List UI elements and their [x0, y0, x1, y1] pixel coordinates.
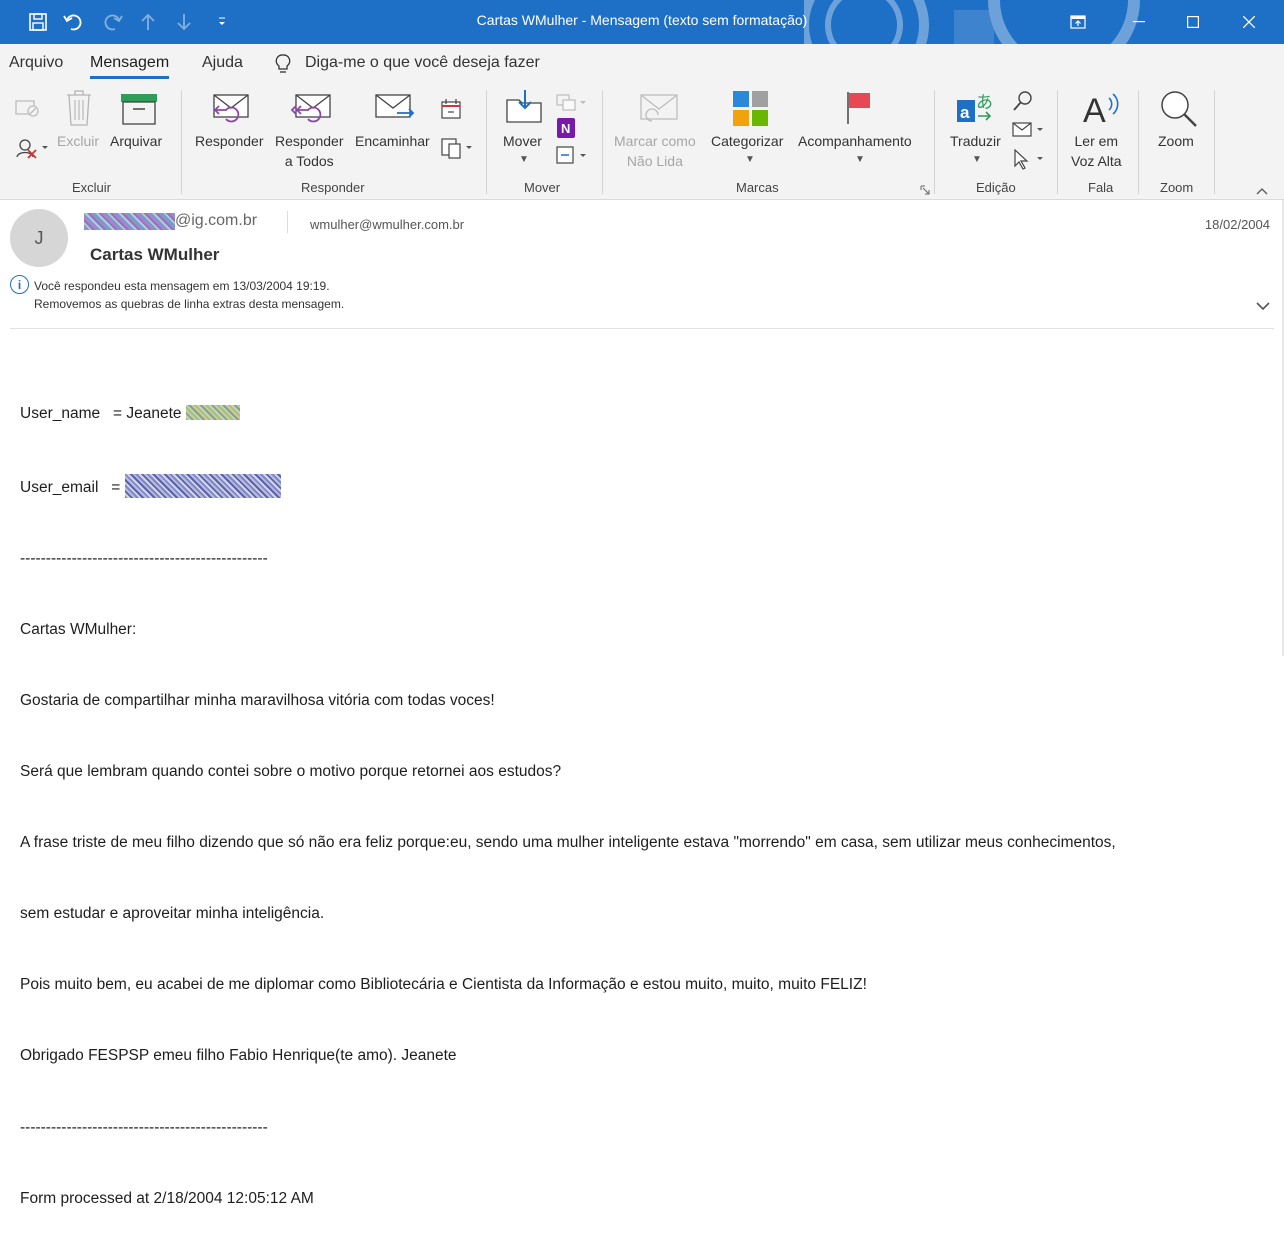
find-icon[interactable] — [1012, 90, 1034, 117]
tab-mensagem[interactable]: Mensagem — [90, 54, 170, 79]
actions-icon[interactable] — [555, 144, 589, 171]
header-divider — [10, 328, 1274, 329]
categorize-button[interactable]: Categorizar — [711, 131, 783, 151]
svg-text:A: A — [1083, 92, 1106, 126]
info-bar: Você respondeu esta mensagem em 13/03/20… — [34, 277, 344, 313]
body-line: Será que lembram quando contei sobre o m… — [20, 762, 562, 780]
categorize-dropdown-icon[interactable]: ▼ — [745, 154, 755, 165]
tell-me-search[interactable]: Diga-me o que você deseja fazer — [305, 54, 540, 72]
body-line: Obrigado FESPSP emeu filho Fabio Henriqu… — [20, 1047, 457, 1065]
categorize-icon[interactable] — [732, 90, 770, 133]
collapse-ribbon-icon[interactable] — [1256, 182, 1268, 200]
info-icon: i — [10, 275, 29, 294]
move-icon[interactable] — [505, 88, 545, 131]
svg-text:N: N — [561, 121, 570, 136]
recipient-address[interactable]: wmulher@wmulher.com.br — [310, 217, 464, 232]
group-label-responder: Responder — [301, 180, 365, 195]
group-label-edicao: Edição — [976, 180, 1016, 195]
reply-all-icon[interactable] — [290, 93, 332, 132]
body-line: Pois muito bem, eu acabei de me diplomar… — [20, 976, 867, 994]
zoom-button[interactable]: Zoom — [1158, 131, 1194, 151]
svg-text:あ: あ — [976, 93, 993, 113]
info-replied: Você respondeu esta mensagem em 13/03/20… — [34, 279, 330, 293]
forward-button[interactable]: Encaminhar — [355, 131, 430, 151]
more-respond-icon[interactable] — [440, 136, 474, 165]
reply-button[interactable]: Responder — [195, 131, 264, 151]
body-line: Gostaria de compartilhar minha maravilho… — [20, 691, 495, 709]
zoom-icon[interactable] — [1158, 89, 1198, 134]
meeting-icon[interactable] — [440, 98, 464, 125]
message-date: 18/02/2004 — [1204, 217, 1270, 232]
read-aloud-button[interactable]: Ler em Voz Alta — [1071, 131, 1122, 171]
group-label-marcas: Marcas — [736, 180, 779, 195]
select-icon[interactable] — [1012, 148, 1046, 175]
rules-icon — [555, 91, 589, 118]
ribbon: Excluir Arquivar Excluir Responder Respo… — [0, 84, 1284, 200]
forward-icon[interactable] — [375, 93, 417, 132]
body-line: ----------------------------------------… — [20, 549, 268, 567]
mark-unread-button: Marcar como Não Lida — [614, 133, 696, 169]
reply-all-button[interactable]: Responder a Todos — [275, 131, 344, 171]
ribbon-display-options-icon[interactable] — [1055, 0, 1101, 44]
read-aloud-icon[interactable]: A — [1082, 90, 1122, 131]
follow-up-dropdown-icon[interactable]: ▼ — [855, 154, 865, 165]
body-line: Form processed at 2/18/2004 12:05:12 AM — [20, 1189, 314, 1207]
message-body: User_name = Jeanete User_email = -------… — [20, 355, 1270, 1234]
title-bar: Cartas WMulher - Mensagem (texto sem for… — [0, 0, 1284, 44]
body-line: ----------------------------------------… — [20, 1118, 268, 1136]
related-icon[interactable] — [1012, 120, 1046, 145]
redacted-block — [84, 212, 175, 230]
sender-domain: @ig.com.br — [175, 212, 258, 229]
avatar: J — [10, 209, 68, 267]
delete-button: Excluir — [57, 133, 100, 149]
lightbulb-icon — [274, 53, 292, 80]
ignore-icon — [14, 96, 40, 123]
flag-icon[interactable] — [845, 90, 875, 131]
tab-ajuda[interactable]: Ajuda — [202, 54, 243, 72]
mark-unread-icon — [640, 93, 678, 130]
translate-dropdown-icon[interactable]: ▼ — [972, 154, 982, 165]
move-button[interactable]: Mover — [503, 131, 542, 151]
trash-icon — [64, 89, 94, 132]
onenote-icon[interactable]: N — [555, 117, 577, 144]
user-email-line: User_email = — [20, 473, 1270, 500]
minimize-icon[interactable] — [1116, 0, 1162, 44]
redacted-block — [185, 405, 240, 421]
maximize-icon[interactable] — [1170, 0, 1216, 44]
sender-address[interactable]: @ig.com.br — [84, 212, 257, 230]
user-name-line: User_name = Jeanete — [20, 402, 1270, 426]
body-line: A frase triste de meu filho dizendo que … — [20, 834, 1116, 852]
info-line-breaks[interactable]: Removemos as quebras de linha extras des… — [34, 295, 344, 313]
message-subject: Cartas WMulher — [90, 245, 220, 264]
group-label-mover: Mover — [524, 180, 561, 195]
group-label-excluir: Excluir — [72, 180, 112, 195]
group-label-fala: Fala — [1088, 180, 1114, 195]
body-line: sem estudar e aproveitar minha inteligên… — [20, 905, 325, 923]
reply-icon[interactable] — [210, 93, 250, 132]
translate-icon[interactable]: aあ — [956, 90, 996, 131]
expand-header-icon[interactable] — [1256, 298, 1270, 316]
dialog-launcher-icon[interactable] — [920, 182, 930, 200]
archive-button[interactable]: Arquivar — [110, 131, 162, 151]
translate-button[interactable]: Traduzir — [950, 131, 1001, 151]
body-line: Cartas WMulher: — [20, 620, 137, 638]
group-label-zoom: Zoom — [1160, 180, 1194, 195]
svg-text:a: a — [960, 103, 970, 122]
cleanup-icon[interactable] — [14, 136, 50, 165]
archive-icon[interactable] — [120, 93, 158, 130]
follow-up-button[interactable]: Acompanhamento — [798, 131, 912, 151]
tab-arquivo[interactable]: Arquivo — [9, 54, 63, 72]
redacted-block — [124, 473, 281, 498]
move-dropdown-icon[interactable]: ▼ — [519, 154, 529, 165]
menu-bar: Arquivo Mensagem Ajuda Diga-me o que voc… — [0, 44, 1284, 84]
close-icon[interactable] — [1226, 0, 1272, 44]
